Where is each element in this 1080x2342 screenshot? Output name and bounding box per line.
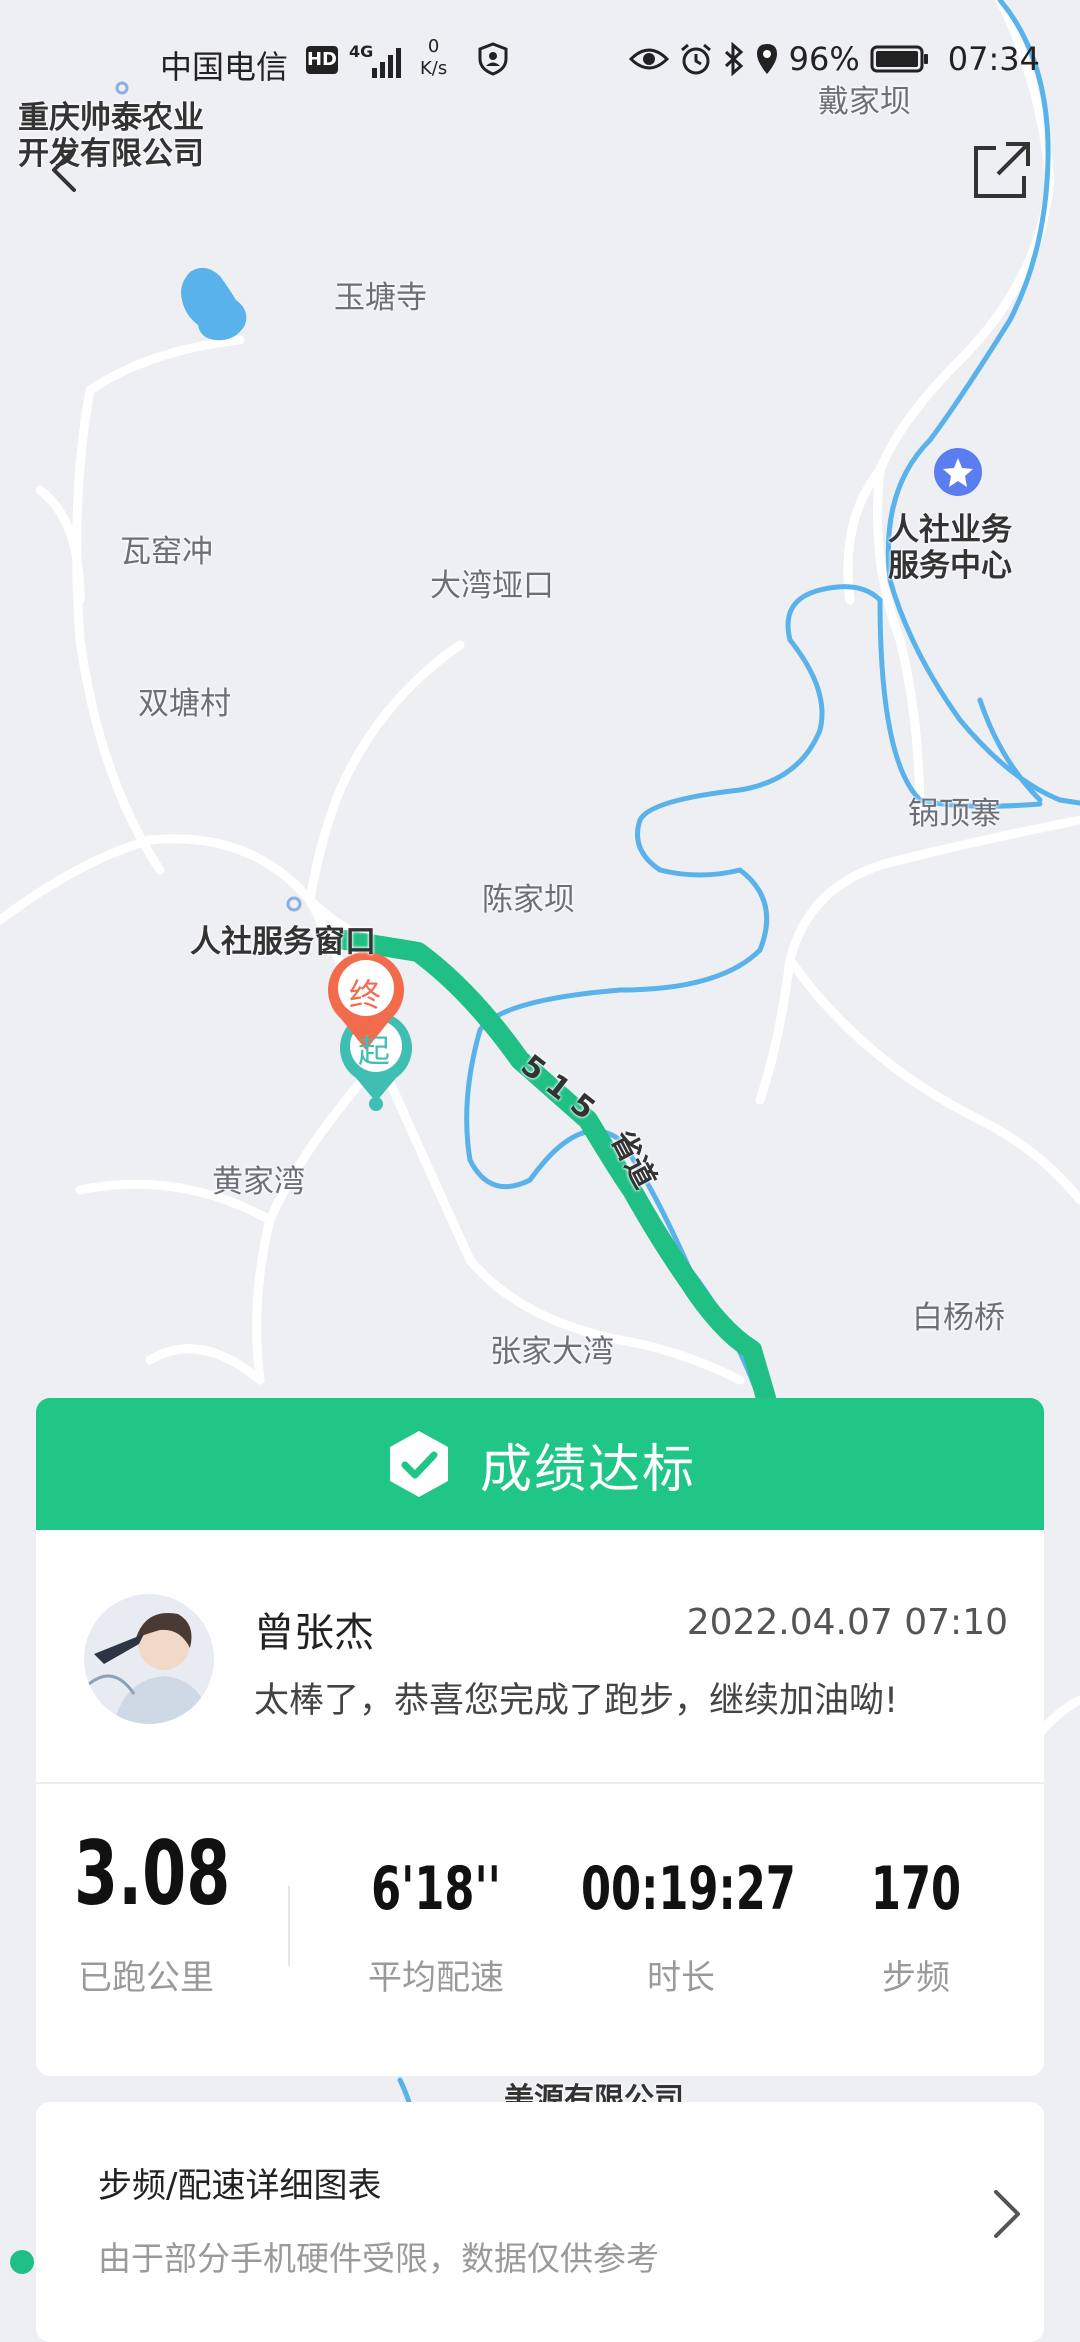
- battery-icon: [870, 45, 928, 73]
- stats-row: 3.08 已跑公里 6'18'' 平均配速 00:19:27 时长 170 步频: [36, 1782, 1044, 2076]
- map-label-dawanyakou: 大湾垭口: [430, 568, 554, 604]
- stat-cadence-value: 170: [870, 1854, 962, 1924]
- map-label-chenjiaba: 陈家坝: [482, 882, 575, 918]
- start-marker-text: 起: [358, 1032, 391, 1070]
- cheer-message: 太棒了，恭喜您完成了跑步，继续加油呦!: [254, 1681, 899, 1721]
- map-label-yutangsi: 玉塘寺: [334, 280, 427, 316]
- user-row: 曾张杰 2022.04.07 07:10 太棒了，恭喜您完成了跑步，继续加油呦!: [36, 1530, 1044, 1784]
- carrier-name: 中国电信: [160, 48, 289, 86]
- stat-distance: 3.08 已跑公里: [56, 1824, 236, 1999]
- share-button[interactable]: [970, 138, 1034, 202]
- stat-duration: 00:19:27 时长: [556, 1854, 806, 1999]
- user-name: 曾张杰: [254, 1610, 374, 1656]
- map-label-renshe-center[interactable]: 人社业务 服务中心: [888, 512, 1012, 584]
- run-datetime: 2022.04.07 07:10: [686, 1602, 1008, 1643]
- map-label-zhangjiadawan: 张家大湾: [490, 1334, 614, 1370]
- location-icon: [756, 44, 777, 74]
- result-card: 曾张杰 2022.04.07 07:10 太棒了，恭喜您完成了跑步，继续加油呦!…: [36, 1530, 1044, 2076]
- network-speed-value: 0: [427, 36, 440, 57]
- back-button[interactable]: [40, 140, 90, 200]
- shield-icon: [478, 42, 508, 76]
- map-label-shuangtangcun: 双塘村: [138, 686, 231, 722]
- eye-icon: [628, 48, 669, 70]
- stat-distance-value: 3.08: [74, 1822, 231, 1925]
- stat-pace-label: 平均配速: [368, 1958, 504, 1998]
- share-icon: [974, 142, 1030, 198]
- status-right: 96% 07:34: [628, 40, 1040, 78]
- stat-pace-value: 6'18'': [371, 1854, 501, 1924]
- stat-cadence: 170 步频: [836, 1854, 996, 1999]
- map-label-baiyangqiao: 白杨桥: [912, 1300, 1005, 1336]
- map-label-huangjiawan: 黄家湾: [212, 1164, 305, 1200]
- result-title: 成绩达标: [479, 1439, 696, 1500]
- battery-percent: 96%: [788, 40, 860, 78]
- chevron-left-icon: [52, 148, 76, 192]
- network-type: 4G: [349, 42, 374, 61]
- hd-icon: HD: [306, 46, 338, 74]
- signal-icon: [372, 48, 401, 78]
- stat-cadence-label: 步频: [882, 1958, 950, 1998]
- status-bar: 中国电信 HD 4G 0 K/s 96% 07:34: [0, 36, 1080, 92]
- detail-chart-entry[interactable]: 步频/配速详细图表 由于部分手机硬件受限，数据仅供参考: [36, 2102, 1044, 2342]
- alarm-icon: [680, 43, 711, 75]
- stat-duration-value: 00:19:27: [581, 1854, 796, 1924]
- chevron-right-icon: [994, 2190, 1020, 2238]
- check-badge-icon: [389, 1431, 448, 1497]
- end-marker-text: 终: [349, 976, 382, 1014]
- clock: 07:34: [947, 40, 1040, 78]
- stat-distance-label: 已跑公里: [78, 1958, 214, 1998]
- stat-duration-label: 时长: [647, 1958, 715, 1998]
- map-label-guodingzhai: 锅顶寨: [908, 796, 1001, 832]
- map-label-renshe-window[interactable]: 人社服务窗口: [190, 916, 376, 961]
- network-speed: 0 K/s: [420, 36, 447, 80]
- stat-divider: [288, 1886, 290, 1966]
- map-label-waoyaochong: 瓦窑冲: [120, 534, 213, 570]
- bluetooth-icon: [724, 42, 743, 76]
- result-header: 成绩达标: [36, 1398, 1044, 1530]
- detail-title: 步频/配速详细图表: [98, 2166, 382, 2206]
- avatar[interactable]: [84, 1594, 214, 1724]
- stat-pace: 6'18'' 平均配速: [336, 1854, 536, 1999]
- network-speed-unit: K/s: [420, 58, 448, 79]
- detail-subtitle: 由于部分手机硬件受限，数据仅供参考: [98, 2239, 659, 2278]
